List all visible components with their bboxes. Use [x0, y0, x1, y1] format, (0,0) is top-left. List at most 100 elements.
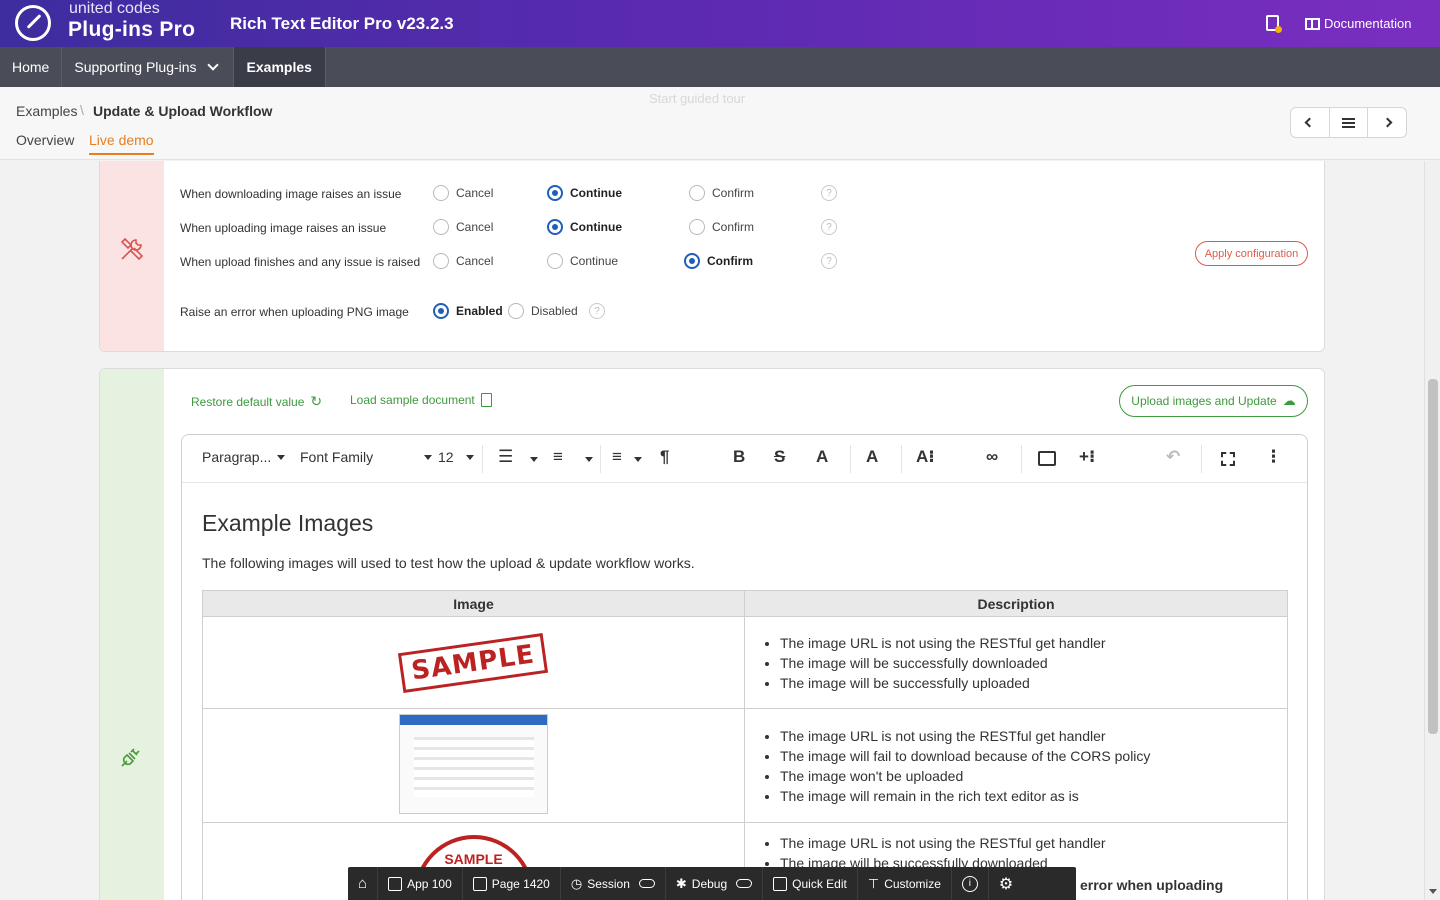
radio-label: Confirm	[712, 220, 755, 234]
caret-down-icon[interactable]	[634, 457, 642, 462]
dev-session-button[interactable]: ◷ Session	[561, 867, 666, 900]
finish-cancel-radio[interactable]: Cancel	[433, 253, 493, 269]
table-header-description: Description	[744, 590, 1288, 617]
menu-icon	[1342, 117, 1355, 128]
description-cell: The image URL is not using the RESTful g…	[744, 708, 1288, 823]
insert-more-icon[interactable]: +⁝	[1079, 447, 1095, 467]
upload-continue-radio[interactable]: Continue	[547, 219, 622, 235]
nav-item-home[interactable]: Home	[0, 47, 63, 87]
developer-toolbar: ⌂ App 100 Page 1420 ◷ Session ✱ Debug Quic…	[348, 867, 1076, 900]
bug-icon: ✱	[675, 875, 687, 891]
help-icon[interactable]: ?	[589, 303, 605, 319]
font-size-select[interactable]: 12	[438, 449, 474, 465]
dev-app-button[interactable]: App 100	[378, 867, 463, 900]
download-issue-label: When downloading image raises an issue	[180, 187, 402, 201]
overflow-text: error when uploading	[1080, 877, 1224, 893]
paragraph-mark-icon[interactable]: ¶	[660, 447, 669, 467]
dev-quick-edit-button[interactable]: Quick Edit	[763, 867, 858, 900]
download-cancel-radio[interactable]: Cancel	[433, 185, 493, 201]
image-cell	[202, 708, 745, 823]
image-icon[interactable]	[1038, 451, 1056, 466]
help-icon[interactable]: ?	[821, 185, 837, 201]
nav-item-examples[interactable]: Examples	[233, 47, 326, 87]
logo-subtitle: united codes	[69, 0, 160, 17]
text-color-icon[interactable]: A	[866, 447, 878, 467]
configuration-card: When downloading image raises an issue C…	[99, 161, 1325, 352]
scrollbar-thumb[interactable]	[1428, 379, 1438, 734]
caret-down-icon[interactable]	[530, 457, 538, 462]
table-row: SAMPLE The image URL is not using the RE…	[202, 616, 1288, 709]
start-guided-tour-link[interactable]: Start guided tour	[649, 91, 745, 106]
release-notes-icon[interactable]	[1266, 15, 1282, 33]
bulleted-list-icon[interactable]: ≡	[553, 447, 563, 467]
breadcrumb-examples[interactable]: Examples	[16, 103, 77, 119]
png-enabled-radio[interactable]: Enabled	[433, 303, 503, 319]
scroll-down-arrow-icon[interactable]	[1429, 889, 1437, 894]
editor-intro: The following images will used to test h…	[202, 555, 695, 571]
tab-overview[interactable]: Overview	[16, 132, 74, 148]
toggle-icon	[638, 879, 655, 888]
paragraph-format-select[interactable]: Paragrap...	[202, 449, 286, 465]
refresh-icon: ↻	[310, 393, 323, 409]
radio-indicator	[547, 253, 563, 269]
united-codes-logo-icon[interactable]	[15, 5, 51, 41]
app-title[interactable]: Rich Text Editor Pro v23.2.3	[230, 14, 454, 34]
documentation-link[interactable]: Documentation	[1305, 16, 1411, 31]
main-content: When downloading image raises an issue C…	[0, 161, 1424, 900]
upload-images-update-button[interactable]: Upload images and Update ☁	[1119, 385, 1308, 417]
list-item: The image will be successfully downloade…	[780, 653, 1287, 673]
caret-down-icon[interactable]	[585, 457, 593, 462]
link-icon[interactable]: ∞	[986, 447, 998, 467]
restore-default-link[interactable]: Restore default value ↻	[191, 393, 322, 410]
bold-icon[interactable]: B	[733, 447, 745, 467]
more-options-icon[interactable]: ⋮	[1265, 447, 1282, 467]
dev-info-button[interactable]: i	[952, 867, 989, 900]
list-item: The image won't be uploaded	[780, 766, 1287, 786]
next-page-button[interactable]	[1368, 108, 1406, 137]
list-item: The image will remain in the rich text e…	[780, 786, 1287, 806]
screenshot-image[interactable]	[399, 714, 548, 814]
image-cell: SAMPLE	[202, 616, 745, 709]
undo-icon[interactable]: ↶	[1166, 447, 1180, 467]
radio-label: Cancel	[456, 254, 494, 268]
numbered-list-icon[interactable]: ☰	[498, 447, 513, 467]
dev-debug-button[interactable]: ✱ Debug	[666, 867, 764, 900]
tab-live-demo[interactable]: Live demo	[89, 132, 154, 155]
editor-card: Restore default value ↻ Load sample docu…	[99, 368, 1325, 900]
align-icon[interactable]: ≡	[612, 447, 622, 467]
finish-confirm-radio[interactable]: Confirm	[684, 253, 753, 269]
strikethrough-icon[interactable]: S	[774, 447, 785, 467]
nav-item-supporting-plugins[interactable]: Supporting Plug-ins	[62, 47, 234, 87]
load-sample-link[interactable]: Load sample document	[350, 393, 492, 407]
list-item: The image URL is not using the RESTful g…	[780, 726, 1287, 746]
help-icon[interactable]: ?	[821, 253, 837, 269]
font-family-select[interactable]: Font Family	[300, 449, 432, 465]
logo-title: Plug-ins Pro	[68, 18, 196, 41]
page-scrollbar[interactable]	[1424, 161, 1440, 900]
png-disabled-radio[interactable]: Disabled	[508, 303, 578, 319]
config-card-side	[100, 161, 164, 351]
help-icon[interactable]: ?	[821, 219, 837, 235]
radio-label: Disabled	[531, 304, 578, 318]
dev-page-button[interactable]: Page 1420	[463, 867, 561, 900]
download-continue-radio[interactable]: Continue	[547, 185, 622, 201]
toolbar-divider	[901, 445, 902, 473]
download-confirm-radio[interactable]: Confirm	[689, 185, 754, 201]
finish-continue-radio[interactable]: Continue	[547, 253, 618, 269]
previous-page-button[interactable]	[1291, 108, 1330, 137]
paragraph-label: Paragrap...	[202, 449, 272, 465]
clear-format-icon[interactable]: A	[816, 447, 828, 467]
editor-card-side	[100, 369, 164, 900]
rich-text-editor[interactable]: Paragrap... Font Family 12 ☰ ≡ ≡ ¶ B S A…	[181, 434, 1308, 900]
upload-cancel-radio[interactable]: Cancel	[433, 219, 493, 235]
dev-settings-button[interactable]: ⚙	[989, 867, 1023, 900]
page-list-button[interactable]	[1330, 108, 1369, 137]
page-navigator	[1290, 107, 1407, 138]
upload-confirm-radio[interactable]: Confirm	[689, 219, 754, 235]
apply-configuration-button[interactable]: Apply configuration	[1195, 241, 1308, 266]
fullscreen-icon[interactable]	[1221, 452, 1235, 466]
dev-customize-button[interactable]: ⊤ Customize	[858, 867, 952, 900]
text-size-icon[interactable]: A⁝	[916, 447, 935, 467]
sample-stamp-image[interactable]: SAMPLE	[398, 632, 549, 693]
dev-home-button[interactable]: ⌂	[348, 867, 379, 900]
